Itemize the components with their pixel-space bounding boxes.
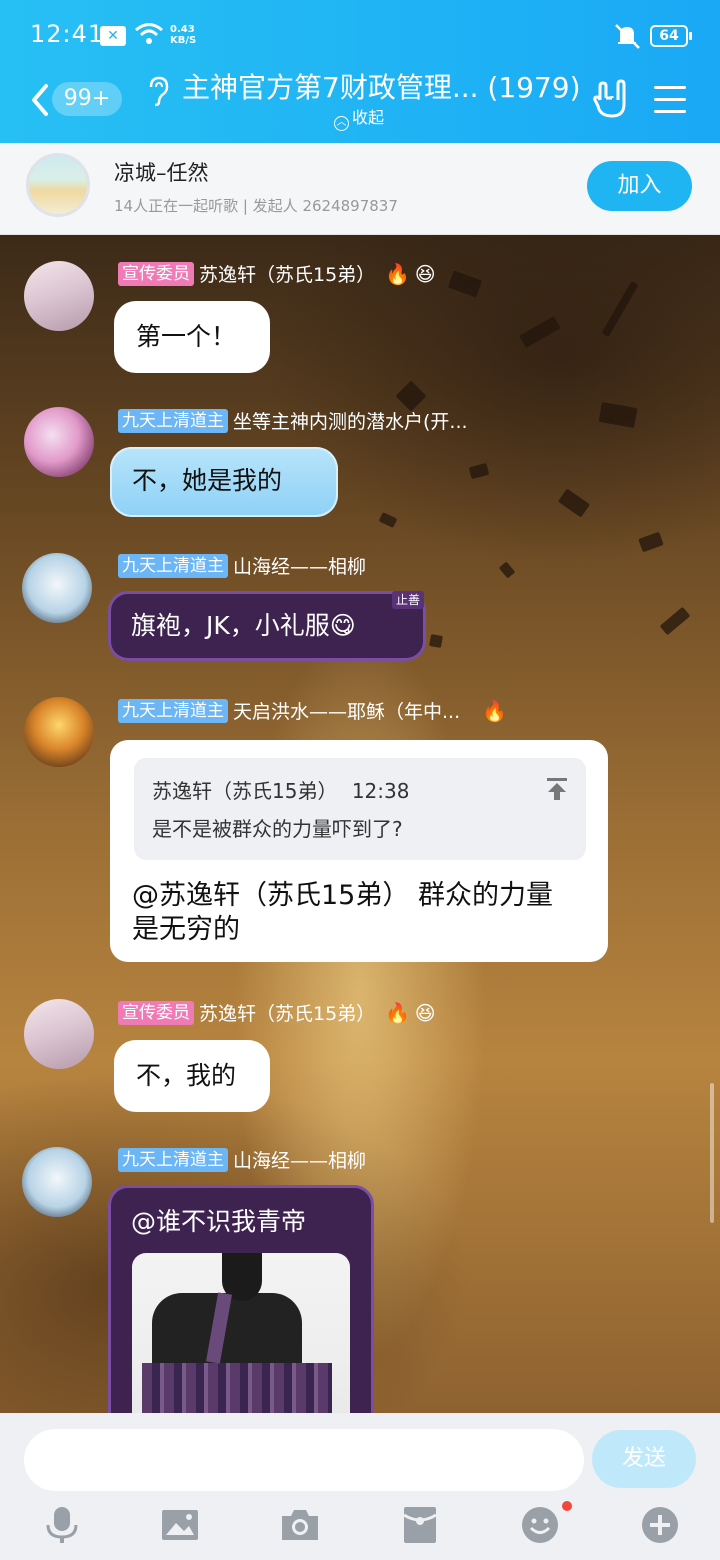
sender-line: 宣传委员 苏逸轩（苏氏15弟） 🔥 😆 <box>118 999 437 1026</box>
quote-time: 12:38 <box>351 779 410 803</box>
avatar[interactable] <box>24 697 94 767</box>
image-attachment[interactable] <box>132 1253 350 1413</box>
listen-subtitle: 14人正在一起听歌 | 发起人 2624897837 <box>114 197 398 215</box>
role-tag: 九天上清道主 <box>118 408 228 433</box>
chat-title[interactable]: 主神官方第7财政管理... (1979) <box>182 70 581 106</box>
message-bubble[interactable]: 不，我的 <box>114 1040 270 1112</box>
microphone-icon[interactable] <box>42 1505 82 1545</box>
camera-icon[interactable] <box>280 1505 320 1545</box>
red-packet-icon[interactable] <box>400 1505 440 1545</box>
message-text: 不，她是我的 <box>132 466 283 495</box>
role-tag: 宣传委员 <box>118 261 194 286</box>
send-button[interactable]: 发送 <box>592 1430 696 1488</box>
image-icon[interactable] <box>160 1505 200 1545</box>
battery-indicator: 64 <box>650 25 692 47</box>
message-text: @苏逸轩（苏氏15弟） 群众的力量 是无穷的 <box>132 879 592 947</box>
chevron-up-icon: ︿ <box>334 116 349 131</box>
message-text: 不，我的 <box>136 1061 237 1090</box>
status-time: 12:41 <box>30 20 105 48</box>
message-input[interactable] <box>24 1429 584 1491</box>
collapse-label: 收起 <box>352 108 385 127</box>
top-header: 12:41 ✕ 0.43 KB/S 64 99+ 主神官方第7财政管理... (… <box>0 0 720 143</box>
quote-author: 苏逸轩（苏氏15弟） <box>152 779 338 803</box>
smile-flower-icon: 😆 <box>414 261 436 286</box>
song-title: 凉城–任然 <box>114 161 209 185</box>
chat-area[interactable]: 宣传委员 苏逸轩（苏氏15弟） 🔥 😆 第一个！ 九天上清道主 坐等主神内测的潜… <box>0 235 720 1413</box>
message-text-line: @苏逸轩（苏氏15弟） 群众的力量 <box>132 880 553 911</box>
status-bar: 12:41 ✕ 0.43 KB/S 64 <box>0 0 720 70</box>
bubble-badge: 止善 <box>392 591 425 609</box>
avatar[interactable] <box>22 1147 92 1217</box>
scroll-indicator[interactable] <box>710 1083 714 1223</box>
sender-name[interactable]: 山海经——相柳 <box>233 552 366 579</box>
message-text: @谁不识我青帝 <box>131 1207 307 1236</box>
album-cover <box>26 153 90 217</box>
input-bar: 发送 <box>0 1413 720 1560</box>
sender-name[interactable]: 坐等主神内测的潜水户(开... <box>233 407 468 434</box>
wifi-icon <box>135 23 163 44</box>
sender-line: 九天上清道主 天启洪水——耶稣（年中... 🔥 <box>118 697 508 724</box>
quoted-message[interactable]: 苏逸轩（苏氏15弟） 12:38 是不是被群众的力量吓到了? <box>134 758 586 860</box>
menu-icon[interactable] <box>654 86 686 114</box>
pin-top-icon[interactable] <box>544 776 570 802</box>
avatar[interactable] <box>24 261 94 331</box>
fire-icon: 🔥 <box>482 698 508 723</box>
sender-line: 九天上清道主 山海经——相柳 <box>118 552 366 579</box>
emoji-icon[interactable] <box>520 1505 560 1545</box>
role-tag: 宣传委员 <box>118 1000 194 1025</box>
avatar[interactable] <box>24 407 94 477</box>
sender-line: 九天上清道主 坐等主神内测的潜水户(开... <box>118 407 468 434</box>
nav-bar: 99+ 主神官方第7财政管理... (1979) ︿ 收起 <box>0 70 720 143</box>
unread-badge[interactable]: 99+ <box>52 82 122 116</box>
avatar[interactable] <box>24 999 94 1069</box>
quote-text: 是不是被群众的力量吓到了? <box>152 817 403 841</box>
sender-line: 宣传委员 苏逸轩（苏氏15弟） 🔥 😆 <box>118 260 437 287</box>
join-button[interactable]: 加入 <box>587 161 692 211</box>
ear-icon <box>149 76 169 107</box>
plus-icon[interactable] <box>640 1505 680 1545</box>
role-tag: 九天上清道主 <box>118 553 228 578</box>
rock-hand-icon[interactable] <box>590 78 630 122</box>
message-text-line: 是无穷的 <box>132 914 240 945</box>
mute-bell-icon <box>615 24 640 49</box>
role-tag: 九天上清道主 <box>118 698 228 723</box>
sender-name[interactable]: 山海经——相柳 <box>233 1146 366 1173</box>
collapse-button[interactable]: ︿ 收起 <box>334 108 384 131</box>
message-bubble[interactable]: 第一个！ <box>114 301 270 373</box>
avatar[interactable] <box>22 553 92 623</box>
message-text: 第一个！ <box>136 322 237 351</box>
notification-icon: ✕ <box>100 26 126 46</box>
smile-flower-icon: 😆 <box>414 1000 436 1025</box>
network-speed: 0.43 KB/S <box>170 24 196 46</box>
sender-name[interactable]: 苏逸轩（苏氏15弟） <box>199 260 375 287</box>
listen-together-bar[interactable]: 凉城–任然 14人正在一起听歌 | 发起人 2624897837 加入 <box>0 143 720 235</box>
fire-icon: 🔥 <box>385 1000 411 1025</box>
fire-icon: 🔥 <box>385 261 411 286</box>
sender-line: 九天上清道主 山海经——相柳 <box>118 1146 366 1173</box>
message-bubble[interactable]: 旗袍，JK，小礼服😋 <box>108 591 426 661</box>
quote-header: 苏逸轩（苏氏15弟） 12:38 <box>152 775 409 804</box>
speed-value: 0.43 <box>170 24 195 35</box>
role-tag: 九天上清道主 <box>118 1147 228 1172</box>
sender-name[interactable]: 天启洪水——耶稣（年中... <box>233 697 460 724</box>
message-bubble[interactable]: 不，她是我的 <box>110 447 338 517</box>
speed-unit: KB/S <box>170 35 197 46</box>
new-indicator-dot <box>562 1501 572 1511</box>
sender-name[interactable]: 苏逸轩（苏氏15弟） <box>199 999 375 1026</box>
message-text: 旗袍，JK，小礼服😋 <box>131 611 356 640</box>
